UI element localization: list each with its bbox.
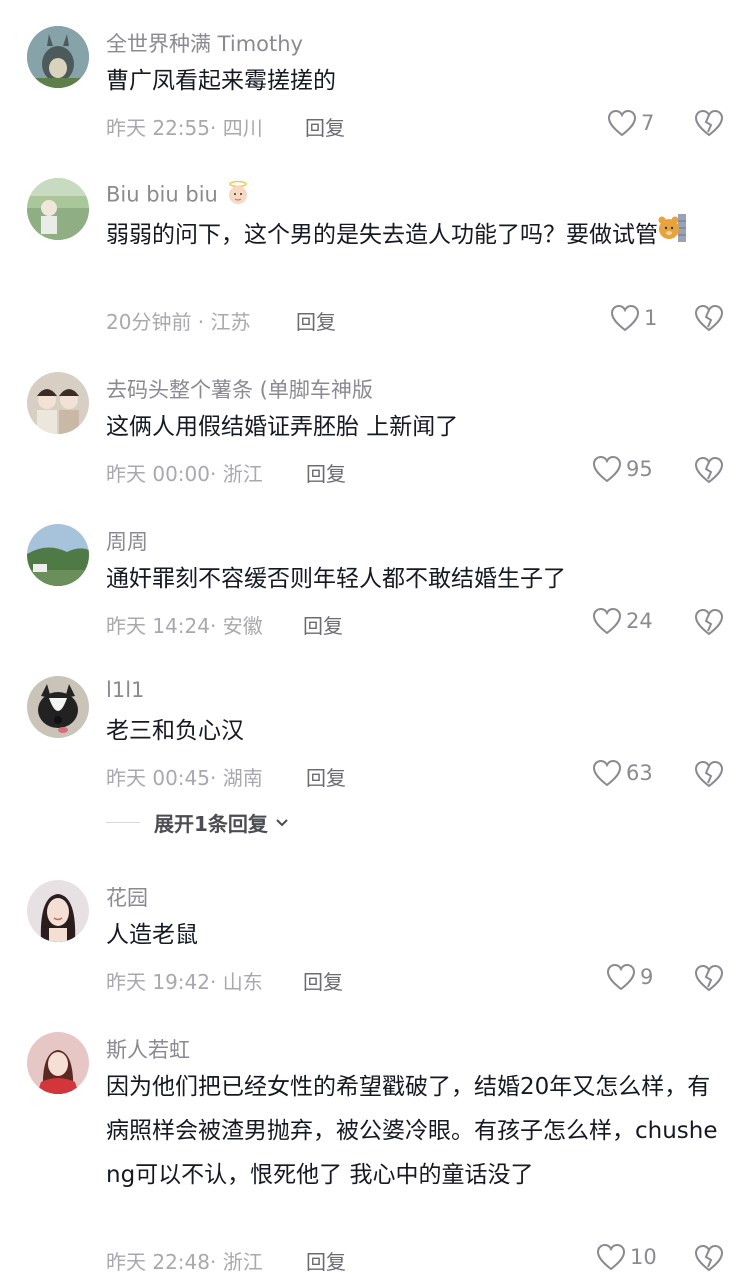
like-count: 10 [630,1245,657,1269]
like-button[interactable]: 9 [606,963,653,991]
user-avatar[interactable] [27,26,89,88]
username[interactable]: 花园 [106,882,148,912]
reply-button[interactable]: 回复 [305,112,345,141]
comment-time: 昨天 22:48 [106,1250,210,1274]
like-count: 1 [644,306,658,330]
dislike-broken-heart-icon[interactable] [694,759,724,789]
username[interactable]: 全世界种满 Timothy [106,28,303,58]
dislike-broken-heart-icon[interactable] [694,1243,724,1273]
heart-icon [592,759,622,787]
comment-location: 湖南 [222,766,263,790]
comment-location: 浙江 [222,1250,263,1274]
dislike-broken-heart-icon[interactable] [694,303,724,333]
username[interactable]: 斯人若虹 [106,1034,190,1064]
expand-replies-label: 展开1条回复 [154,812,268,836]
like-button[interactable]: 1 [610,304,657,332]
comment-time: 昨天 22:55 [106,116,210,140]
reply-button[interactable]: 回复 [303,966,343,995]
comment-time: 昨天 14:24 [106,614,210,638]
divider-line [106,822,140,823]
angel-baby-emoji [225,180,251,211]
comment-meta: 昨天 22:48· 浙江 [106,1250,263,1274]
comment-location: 山东 [222,970,263,994]
user-avatar[interactable] [27,676,89,738]
comment-meta: 昨天 00:45· 湖南 [106,766,263,790]
user-avatar[interactable] [27,524,89,586]
chevron-down-icon [276,818,288,826]
comment-text: 人造老鼠 [106,922,198,948]
user-avatar[interactable] [27,372,89,434]
reply-button[interactable]: 回复 [303,610,343,639]
comment-location: 江苏 [210,310,251,334]
username[interactable]: 去码头整个薯条 (单脚车神版 [106,374,373,404]
dislike-broken-heart-icon[interactable] [694,963,724,993]
comment-text: 这俩人用假结婚证弄胚胎 上新闻了 [106,414,459,440]
username[interactable]: l1l1 [106,678,144,702]
reply-button[interactable]: 回复 [306,458,346,487]
username[interactable]: 周周 [106,526,148,556]
like-button[interactable]: 95 [592,455,653,483]
dislike-broken-heart-icon[interactable] [694,455,724,485]
like-button[interactable]: 24 [592,607,653,635]
dislike-broken-heart-icon[interactable] [694,607,724,637]
comment-meta: 昨天 14:24· 安徽 [106,614,263,638]
reply-button[interactable]: 回复 [296,306,336,335]
like-count: 7 [641,111,655,135]
comment-meta: 20分钟前 · 江苏 [106,310,251,334]
heart-icon [607,109,637,137]
heart-icon [606,963,636,991]
heart-icon [596,1243,626,1271]
comment-time: 昨天 00:45 [106,766,210,790]
comment-time: 昨天 00:00 [106,462,210,486]
comment-location: 安徽 [222,614,263,638]
comment-text: 曹广凤看起来霉搓搓的 [106,68,336,94]
expand-replies-button[interactable]: 展开1条回复 [106,808,290,837]
comment-meta: 昨天 22:55· 四川 [106,116,263,140]
comment-location: 四川 [222,116,263,140]
reply-button[interactable]: 回复 [306,1246,346,1275]
heart-icon [592,607,622,635]
comment-text: 通奸罪刻不容缓否则年轻人都不敢结婚生子了 [106,566,566,592]
like-count: 95 [626,457,653,481]
user-avatar[interactable] [27,178,89,240]
like-button[interactable]: 7 [607,109,654,137]
reply-button[interactable]: 回复 [306,762,346,791]
comment-location: 浙江 [222,462,263,486]
like-button[interactable]: 10 [596,1243,657,1271]
dislike-broken-heart-icon[interactable] [694,108,724,138]
bear-peeking-emoji [658,212,688,259]
comment-time: 20分钟前 [106,310,192,334]
comment-meta: 昨天 19:42· 山东 [106,970,263,994]
like-count: 63 [626,761,653,785]
username-text: Biu biu biu [106,182,218,207]
comment-text-content: 弱弱的问下，这个男的是失去造人功能了吗？要做试管 [106,222,658,248]
user-avatar[interactable] [27,1032,89,1094]
comment-text: 老三和负心汉 [106,718,244,744]
like-button[interactable]: 63 [592,759,653,787]
user-avatar[interactable] [27,880,89,942]
heart-icon [610,304,640,332]
comment-text: 弱弱的问下，这个男的是失去造人功能了吗？要做试管 [106,212,726,259]
comment-time: 昨天 19:42 [106,970,210,994]
like-count: 9 [640,965,654,989]
like-count: 24 [626,609,653,633]
username[interactable]: Biu biu biu [106,180,251,211]
comment-meta: 昨天 00:00· 浙江 [106,462,263,486]
heart-icon [592,455,622,483]
comment-text: 因为他们把已经女性的希望戳破了，结婚20年又怎么样，有病照样会被渣男抛弃，被公婆… [106,1074,718,1188]
